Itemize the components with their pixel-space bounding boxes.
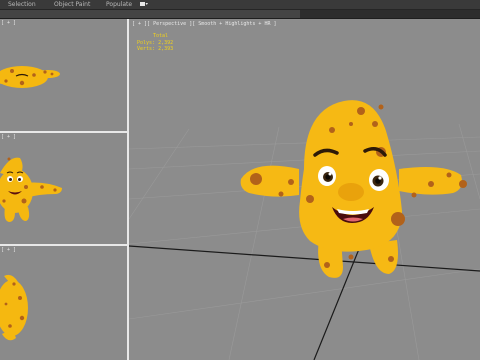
stats-polys-label: Polys: [137, 39, 156, 46]
viewport-perspective-label[interactable]: [ + ][ Perspective ][ Smooth + Highlight… [132, 21, 277, 27]
viewport-splitter-top[interactable] [0, 131, 127, 133]
scene-statistics: Total Polys: 2,392 Verts: 2,393 [137, 33, 173, 53]
stats-verts-label: Verts: [137, 46, 156, 52]
menu-selection[interactable]: Selection [8, 1, 36, 8]
menu-populate[interactable]: Populate [106, 1, 132, 8]
menu-bar: Selection Object Paint Populate [0, 0, 480, 10]
character-starfish [240, 100, 467, 278]
viewport-left[interactable]: [ + ] [0, 246, 127, 360]
front-view-character [0, 157, 62, 222]
stats-polys-value: 2,392 [158, 39, 174, 46]
stats-verts-value: 2,393 [158, 46, 174, 52]
ribbon-toggle-icon[interactable] [140, 2, 148, 7]
stats-verts: Verts: 2,393 [137, 46, 173, 53]
menu-object-paint[interactable]: Object Paint [54, 1, 90, 8]
viewport-top[interactable]: [ + ] [0, 19, 127, 131]
left-view-character [0, 274, 28, 341]
top-view-character [0, 66, 60, 88]
ribbon-strip [0, 10, 480, 19]
viewport-front[interactable]: [ + ] [0, 133, 127, 244]
viewport-splitter-bottom[interactable] [0, 244, 127, 246]
viewport-perspective[interactable] [129, 19, 480, 360]
perspective-scene [129, 100, 480, 360]
